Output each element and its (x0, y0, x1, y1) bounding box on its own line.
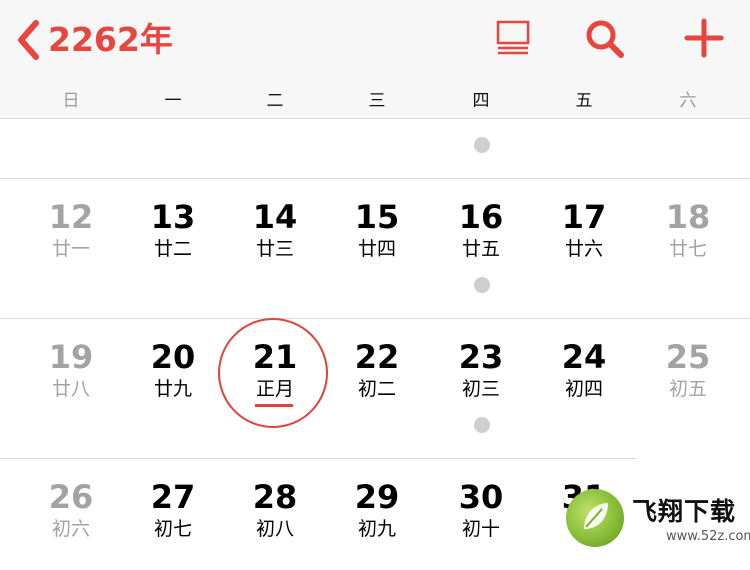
day-number: 18 (665, 198, 711, 236)
leaf-icon (584, 503, 608, 529)
year-label: 2262年 (48, 20, 173, 59)
event-indicator-dot (474, 137, 490, 153)
calendar-header: 2262年 日 一 二 三 四 五 六 (0, 0, 750, 119)
day-number: 15 (354, 198, 400, 236)
back-to-year-button[interactable]: 2262年 (16, 18, 173, 62)
list-view-icon (496, 20, 530, 55)
day-cell-28[interactable]: 28 初八 (223, 460, 327, 570)
lunar-date: 初四 (564, 378, 603, 400)
chevron-left-icon (18, 20, 39, 60)
lunar-date: 初五 (668, 378, 707, 400)
week-divider (0, 178, 750, 179)
lunar-date: 廿九 (153, 378, 192, 400)
lunar-date: 初八 (255, 518, 294, 540)
lunar-date: 初七 (153, 518, 192, 540)
day-number: 14 (252, 198, 298, 236)
lunar-date: 初十 (461, 518, 500, 540)
day-number: 17 (561, 198, 607, 236)
day-cell-25[interactable]: 25 初五 (636, 320, 740, 430)
day-cell-26[interactable]: 26 初六 (19, 460, 123, 570)
lunar-date: 廿一 (51, 238, 90, 260)
site-watermark: 飞翔下载 www.52z.com (566, 483, 750, 551)
day-number: 19 (48, 338, 94, 376)
day-cell-14[interactable]: 14 廿三 (223, 180, 327, 290)
weekday-tuesday: 二 (266, 91, 284, 111)
list-view-button[interactable] (496, 18, 530, 62)
plus-icon (684, 18, 724, 58)
day-cell-27[interactable]: 27 初七 (121, 460, 225, 570)
week-divider (0, 318, 750, 319)
weekday-header: 日 一 二 三 四 五 六 (0, 84, 750, 118)
lunar-date: 廿七 (668, 238, 707, 260)
day-number: 24 (561, 338, 607, 376)
lunar-date: 廿五 (461, 238, 500, 260)
day-cell-18[interactable]: 18 廿七 (636, 180, 740, 290)
day-number: 23 (458, 338, 504, 376)
lunar-date: 初九 (357, 518, 396, 540)
day-cell-20[interactable]: 20 廿九 (121, 320, 225, 430)
day-cell-13[interactable]: 13 廿二 (121, 180, 225, 290)
day-number: 30 (458, 478, 504, 516)
add-event-button[interactable] (684, 18, 724, 62)
day-cell-19[interactable]: 19 廿八 (19, 320, 123, 430)
day-number: 21 (252, 338, 298, 376)
weekday-sunday: 日 (62, 91, 80, 111)
day-number: 28 (252, 478, 298, 516)
lunar-date: 廿四 (357, 238, 396, 260)
weekday-wednesday: 三 (368, 91, 386, 111)
day-number: 26 (48, 478, 94, 516)
weekday-saturday: 六 (679, 91, 697, 111)
weekday-friday: 五 (575, 91, 593, 111)
day-cell-22[interactable]: 22 初二 (325, 320, 429, 430)
week-divider (0, 458, 636, 459)
day-cell-17[interactable]: 17 廿六 (532, 180, 636, 290)
day-number: 16 (458, 198, 504, 236)
lunar-date: 廿二 (153, 238, 192, 260)
lunar-date: 廿八 (51, 378, 90, 400)
search-icon (586, 20, 624, 58)
day-cell-16[interactable]: 16 廿五 (429, 180, 533, 290)
lunar-date: 初六 (51, 518, 90, 540)
lunar-date: 初二 (357, 378, 396, 400)
day-number: 12 (48, 198, 94, 236)
day-number: 25 (665, 338, 711, 376)
lunar-date: 廿三 (255, 238, 294, 260)
weekday-thursday: 四 (472, 91, 490, 111)
watermark-url: www.52z.com (666, 529, 750, 544)
day-cell-23[interactable]: 23 初三 (429, 320, 533, 430)
lunar-date: 初三 (461, 378, 500, 400)
day-cell-21-today[interactable]: 21 正月 (223, 320, 327, 430)
day-cell-12[interactable]: 12 廿一 (19, 180, 123, 290)
weekday-monday: 一 (164, 91, 182, 111)
day-number: 22 (354, 338, 400, 376)
day-cell-29[interactable]: 29 初九 (325, 460, 429, 570)
search-button[interactable] (584, 18, 626, 64)
day-number: 13 (150, 198, 196, 236)
day-number: 20 (150, 338, 196, 376)
lunar-date: 正月 (255, 378, 294, 400)
day-cell-24[interactable]: 24 初四 (532, 320, 636, 430)
day-number: 27 (150, 478, 196, 516)
day-number: 29 (354, 478, 400, 516)
lunar-date: 廿六 (564, 238, 603, 260)
day-cell-30[interactable]: 30 初十 (429, 460, 533, 570)
watermark-text: 飞翔下载 (632, 497, 737, 526)
day-cell-15[interactable]: 15 廿四 (325, 180, 429, 290)
